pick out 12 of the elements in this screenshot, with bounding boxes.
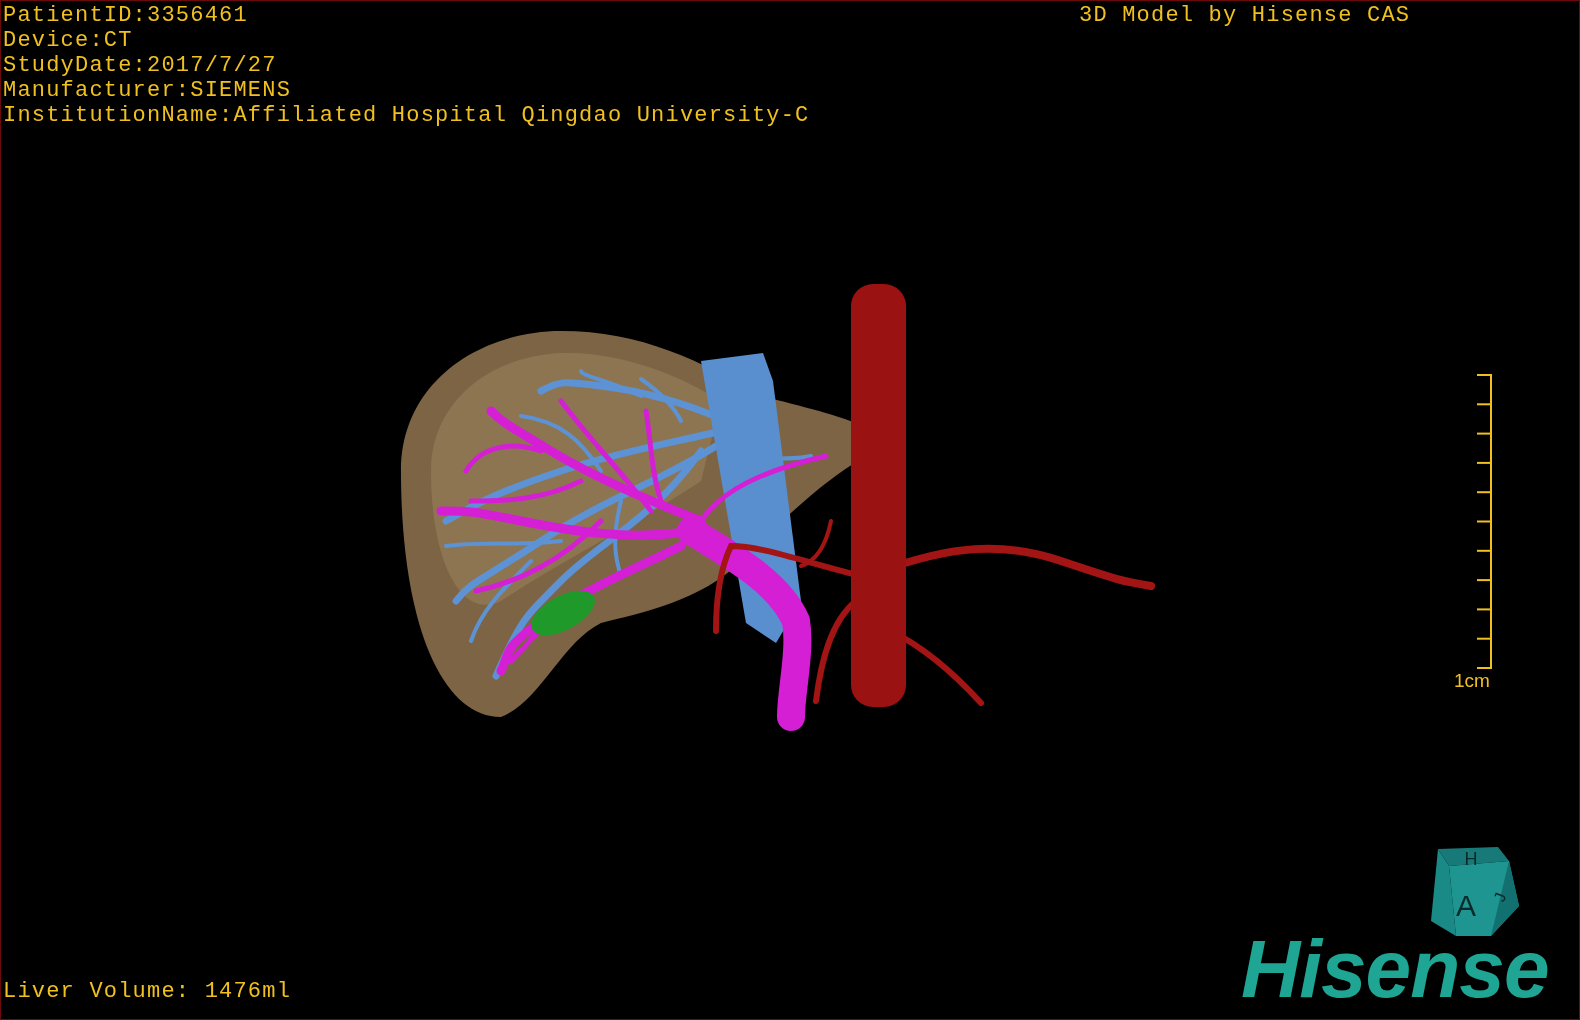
cube-top-label: H [1464,849,1478,869]
cube-front-label: A [1456,889,1476,922]
liver-volume-text: Liver Volume: 1476ml [3,979,292,1004]
hisense-logo: Hisense [1241,929,1549,1009]
model-title: 3D Model by Hisense CAS [1079,3,1411,28]
patient-info-text: Manufacturer:SIEMENS [3,78,293,103]
patient-info-text: InstitutionName:Affiliated Hospital Qingdao University-C [3,103,810,128]
patient-info-text: Device:CT [3,28,134,53]
patient-info-text: StudyDate:2017/7/27 [3,53,278,78]
scale-label: 1cm [1454,669,1490,693]
cube-side-label: J [1490,890,1510,904]
patient-info-text: PatientID:3356461 [3,3,249,28]
